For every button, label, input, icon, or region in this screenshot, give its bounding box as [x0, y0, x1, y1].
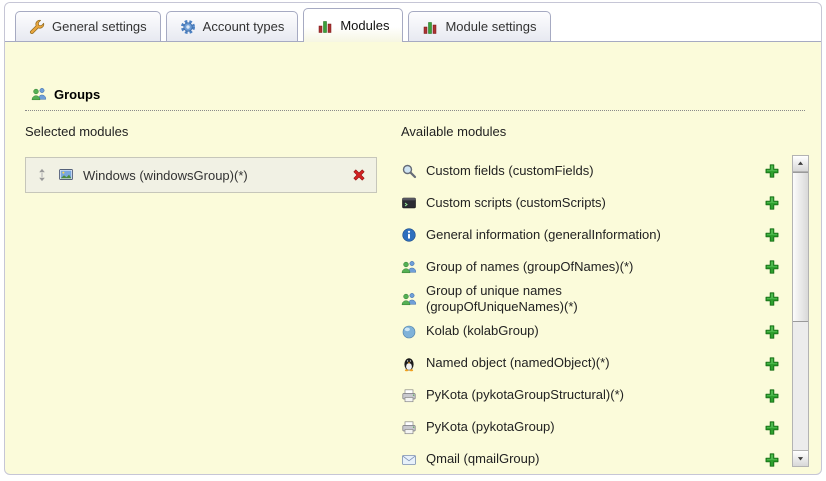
- scrollbar-thumb[interactable]: [793, 172, 808, 322]
- triangle-up-icon: [796, 159, 805, 168]
- available-module-row: PyKota (pykotaGroup): [401, 412, 788, 444]
- tab-general-settings[interactable]: General settings: [15, 11, 161, 41]
- mail-icon: [401, 452, 417, 468]
- selected-module-row[interactable]: Windows (windowsGroup)(*): [25, 157, 377, 193]
- available-module-row: PyKota (pykotaGroupStructural)(*): [401, 380, 788, 412]
- add-module-button[interactable]: [764, 356, 780, 372]
- group-icon: [401, 291, 417, 307]
- available-module-row: General information (generalInformation): [401, 219, 788, 251]
- group-icon: [31, 86, 47, 102]
- available-module-row: Qmail (qmailGroup): [401, 444, 788, 468]
- tab-bar: General settings Account types Modules M…: [5, 3, 821, 42]
- available-modules-list: Custom fields (customFields) Custom scri…: [401, 155, 788, 467]
- tux-icon: [401, 356, 417, 372]
- add-module-button[interactable]: [764, 163, 780, 179]
- available-modules-listwrap: Custom fields (customFields) Custom scri…: [401, 155, 809, 467]
- add-module-button[interactable]: [764, 420, 780, 436]
- selected-modules-list: Windows (windowsGroup)(*): [25, 157, 377, 193]
- wrench-icon: [29, 19, 45, 35]
- tab-label: Module settings: [445, 19, 536, 34]
- available-module-label: Group of names (groupOfNames)(*): [426, 259, 633, 275]
- section-header: Groups: [31, 86, 100, 102]
- modules-panel: Groups Selected modules Windows (windows…: [5, 42, 821, 474]
- scroll-up-button[interactable]: [793, 156, 808, 172]
- kolab-icon: [401, 324, 417, 340]
- available-module-row: Custom scripts (customScripts): [401, 187, 788, 219]
- available-module-row: Group of unique names (groupOfUniqueName…: [401, 283, 788, 316]
- available-module-label: Kolab (kolabGroup): [426, 323, 539, 339]
- printer-icon: [401, 388, 417, 404]
- available-module-row: Named object (namedObject)(*): [401, 348, 788, 380]
- available-module-label: Custom scripts (customScripts): [426, 195, 606, 211]
- selected-modules-column: Selected modules Windows (windowsGroup)(…: [25, 124, 377, 193]
- magnifier-icon: [401, 163, 417, 179]
- available-module-label: Qmail (qmailGroup): [426, 451, 539, 467]
- drag-handle-icon[interactable]: [35, 168, 49, 182]
- modules-chart-icon: [422, 19, 438, 35]
- tab-account-types[interactable]: Account types: [166, 11, 299, 41]
- selected-modules-heading: Selected modules: [25, 124, 377, 139]
- available-module-label: General information (generalInformation): [426, 227, 661, 243]
- add-module-button[interactable]: [764, 227, 780, 243]
- gear-icon: [180, 19, 196, 35]
- tab-modules[interactable]: Modules: [303, 8, 403, 42]
- remove-module-button[interactable]: [351, 167, 367, 183]
- add-module-button[interactable]: [764, 388, 780, 404]
- tab-module-settings[interactable]: Module settings: [408, 11, 550, 41]
- scroll-down-button[interactable]: [793, 450, 808, 466]
- printer-icon: [401, 420, 417, 436]
- group-icon: [401, 259, 417, 275]
- scrollbar-track[interactable]: [793, 322, 808, 450]
- available-modules-heading: Available modules: [401, 124, 809, 139]
- windows-module-icon: [58, 167, 74, 183]
- tab-label: Modules: [340, 18, 389, 33]
- tab-label: General settings: [52, 19, 147, 34]
- available-module-label: PyKota (pykotaGroup): [426, 419, 555, 435]
- available-module-row: Custom fields (customFields): [401, 155, 788, 187]
- add-module-button[interactable]: [764, 291, 780, 307]
- tabs-widget: General settings Account types Modules M…: [4, 2, 822, 475]
- tab-label: Account types: [203, 19, 285, 34]
- triangle-down-icon: [796, 454, 805, 463]
- add-module-button[interactable]: [764, 452, 780, 468]
- add-module-button[interactable]: [764, 195, 780, 211]
- available-modules-column: Available modules Custom fields (customF…: [401, 124, 809, 470]
- info-icon: [401, 227, 417, 243]
- available-module-row: Kolab (kolabGroup): [401, 316, 788, 348]
- selected-module-label: Windows (windowsGroup)(*): [83, 168, 248, 183]
- available-module-label: Named object (namedObject)(*): [426, 355, 610, 371]
- available-module-label: Group of unique names (groupOfUniqueName…: [426, 283, 578, 316]
- section-title: Groups: [54, 87, 100, 102]
- section-divider: [25, 110, 805, 111]
- lam-configuration-screen: General settings Account types Modules M…: [0, 0, 826, 481]
- terminal-icon: [401, 195, 417, 211]
- available-module-label: Custom fields (customFields): [426, 163, 594, 179]
- vertical-scrollbar[interactable]: [792, 155, 809, 467]
- available-module-row: Group of names (groupOfNames)(*): [401, 251, 788, 283]
- modules-chart-icon: [317, 18, 333, 34]
- add-module-button[interactable]: [764, 324, 780, 340]
- available-module-label: PyKota (pykotaGroupStructural)(*): [426, 387, 624, 403]
- add-module-button[interactable]: [764, 259, 780, 275]
